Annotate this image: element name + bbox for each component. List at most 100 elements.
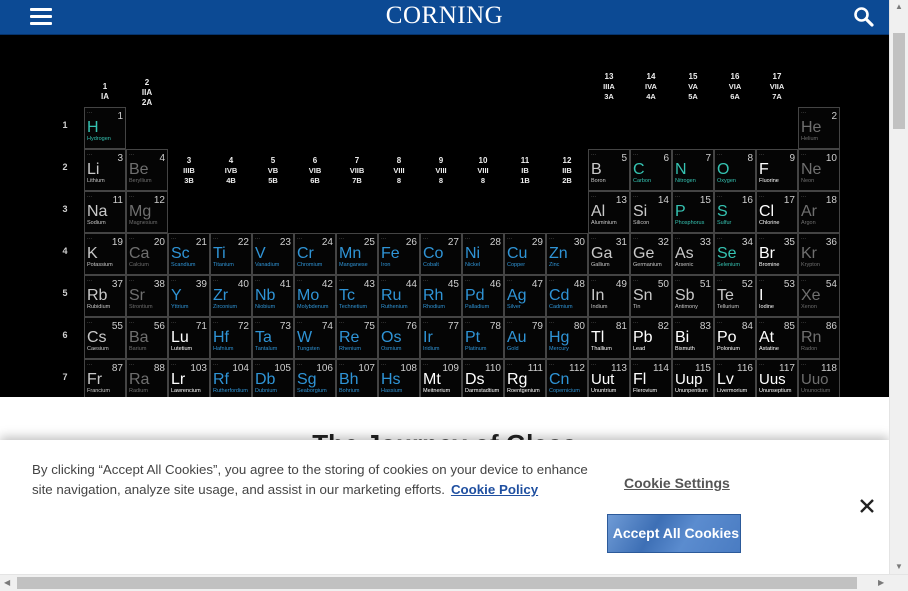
element-symbol: Na (87, 203, 108, 220)
element-name: Calcium (129, 262, 149, 268)
accept-all-cookies-button[interactable]: Accept All Cookies (607, 514, 741, 553)
group-label-roman: IVB (225, 166, 238, 175)
element-symbol: S (717, 203, 728, 220)
element-symbol: Uup (675, 371, 703, 388)
vertical-scrollbar[interactable]: ▲ ▼ (889, 0, 908, 574)
horizontal-scrollbar-thumb[interactable] (17, 577, 857, 589)
element-name: Yttrium (171, 304, 189, 310)
element-symbol: Mn (339, 245, 361, 262)
element-mass-dots: ··· (255, 362, 260, 368)
cookie-policy-link[interactable]: Cookie Policy (451, 482, 538, 497)
element-symbol: Ta (255, 329, 272, 346)
element-symbol: P (675, 203, 686, 220)
element-mass-dots: ··· (591, 194, 596, 200)
element-number: 2 (831, 111, 837, 122)
element-mass-dots: ··· (717, 278, 722, 284)
corning-logo[interactable]: CORNING (0, 1, 889, 31)
element-number: 78 (490, 321, 502, 332)
element-number: 6 (663, 153, 669, 164)
element-name: Francium (87, 388, 110, 394)
element-mass-dots: ··· (213, 362, 218, 368)
group-label-roman: VIII (477, 166, 488, 175)
element-number: 108 (400, 363, 417, 374)
element-number: 25 (364, 237, 376, 248)
element-name: Bohrium (339, 388, 360, 394)
element-number: 105 (274, 363, 291, 374)
element-mass-dots: ··· (591, 152, 596, 158)
periodic-table: 12345671IA2IIA2A3IIIB3B4IVB4B5VB5B6VIB6B… (62, 72, 840, 397)
element-name: Neon (801, 178, 814, 184)
element-symbol: Se (717, 245, 737, 262)
element-symbol: O (717, 161, 729, 178)
element-number: 76 (406, 321, 418, 332)
cookie-settings-button[interactable]: Cookie Settings (624, 475, 730, 491)
group-label-ab: 3A (604, 92, 614, 101)
close-banner-button[interactable] (858, 497, 876, 515)
element-name: Phosphorus (675, 220, 705, 226)
element-name: Rhodium (423, 304, 445, 310)
element-mass-dots: ··· (801, 320, 806, 326)
element-number: 85 (784, 321, 796, 332)
element-number: 3 (117, 153, 123, 164)
element-name: Osmium (381, 346, 402, 352)
group-label-roman: VIII (435, 166, 446, 175)
element-name: Indium (591, 304, 608, 310)
element-mass-dots: ··· (633, 236, 638, 242)
element-name: Gold (507, 346, 519, 352)
group-label-ab: 7B (352, 176, 362, 185)
element-number: 81 (616, 321, 628, 332)
element-name: Beryllium (129, 178, 152, 184)
element-symbol: C (633, 161, 645, 178)
group-label-num: 1 (103, 82, 108, 91)
period-label: 1 (62, 120, 67, 130)
horizontal-scrollbar[interactable]: ◀ ▶ (0, 574, 908, 591)
element-number: 9 (789, 153, 795, 164)
element-symbol: Fe (381, 245, 400, 262)
element-number: 20 (154, 237, 166, 248)
element-number: 47 (532, 279, 544, 290)
group-label-num: 8 (397, 156, 402, 165)
element-mass-dots: ··· (129, 236, 134, 242)
group-label-ab: 2B (562, 176, 572, 185)
group-label-roman: VIIA (770, 82, 785, 91)
group-label-num: 11 (521, 156, 530, 165)
scroll-left-arrow-icon[interactable]: ◀ (4, 578, 10, 588)
element-symbol: Xe (801, 287, 821, 304)
scroll-down-arrow-icon[interactable]: ▼ (895, 562, 903, 572)
element-mass-dots: ··· (507, 278, 512, 284)
element-symbol: Zr (213, 287, 229, 304)
element-symbol: Uus (759, 371, 786, 388)
element-mass-dots: ··· (801, 194, 806, 200)
period-label: 7 (62, 372, 67, 382)
element-mass-dots: ··· (381, 362, 386, 368)
element-number: 74 (322, 321, 334, 332)
element-name: Oxygen (717, 178, 736, 184)
vertical-scrollbar-thumb[interactable] (893, 33, 905, 129)
group-label-ab: 7A (772, 92, 782, 101)
element-name: Carbon (633, 178, 651, 184)
element-number: 109 (442, 363, 459, 374)
element-mass-dots: ··· (549, 320, 554, 326)
element-symbol: F (759, 161, 769, 178)
element-symbol: Rn (801, 329, 821, 346)
scroll-right-arrow-icon[interactable]: ▶ (878, 578, 884, 588)
element-name: Iodine (759, 304, 774, 310)
element-mass-dots: ··· (717, 236, 722, 242)
element-number: 116 (737, 363, 753, 374)
element-mass-dots: ··· (633, 320, 638, 326)
element-symbol: Zn (549, 245, 568, 262)
element-name: Hafnium (213, 346, 234, 352)
element-number: 56 (154, 321, 166, 332)
element-mass-dots: ··· (675, 194, 680, 200)
page-viewport: CORNING 1 2 3 4 5 6 7 1 IA 2 IIA 2A 3 IIIB 3B 4 IVB 4B 5 VB… (0, 0, 889, 574)
element-name: Silver (507, 304, 521, 310)
element-number: 7 (705, 153, 711, 164)
element-name: Ununseptium (759, 388, 792, 394)
group-label-num: 14 (647, 72, 656, 81)
scroll-up-arrow-icon[interactable]: ▲ (895, 2, 903, 12)
element-number: 50 (658, 279, 670, 290)
group-label-num: 6 (313, 156, 318, 165)
group-label-roman: VIIB (350, 166, 365, 175)
element-number: 38 (154, 279, 166, 290)
search-button[interactable] (853, 6, 875, 28)
